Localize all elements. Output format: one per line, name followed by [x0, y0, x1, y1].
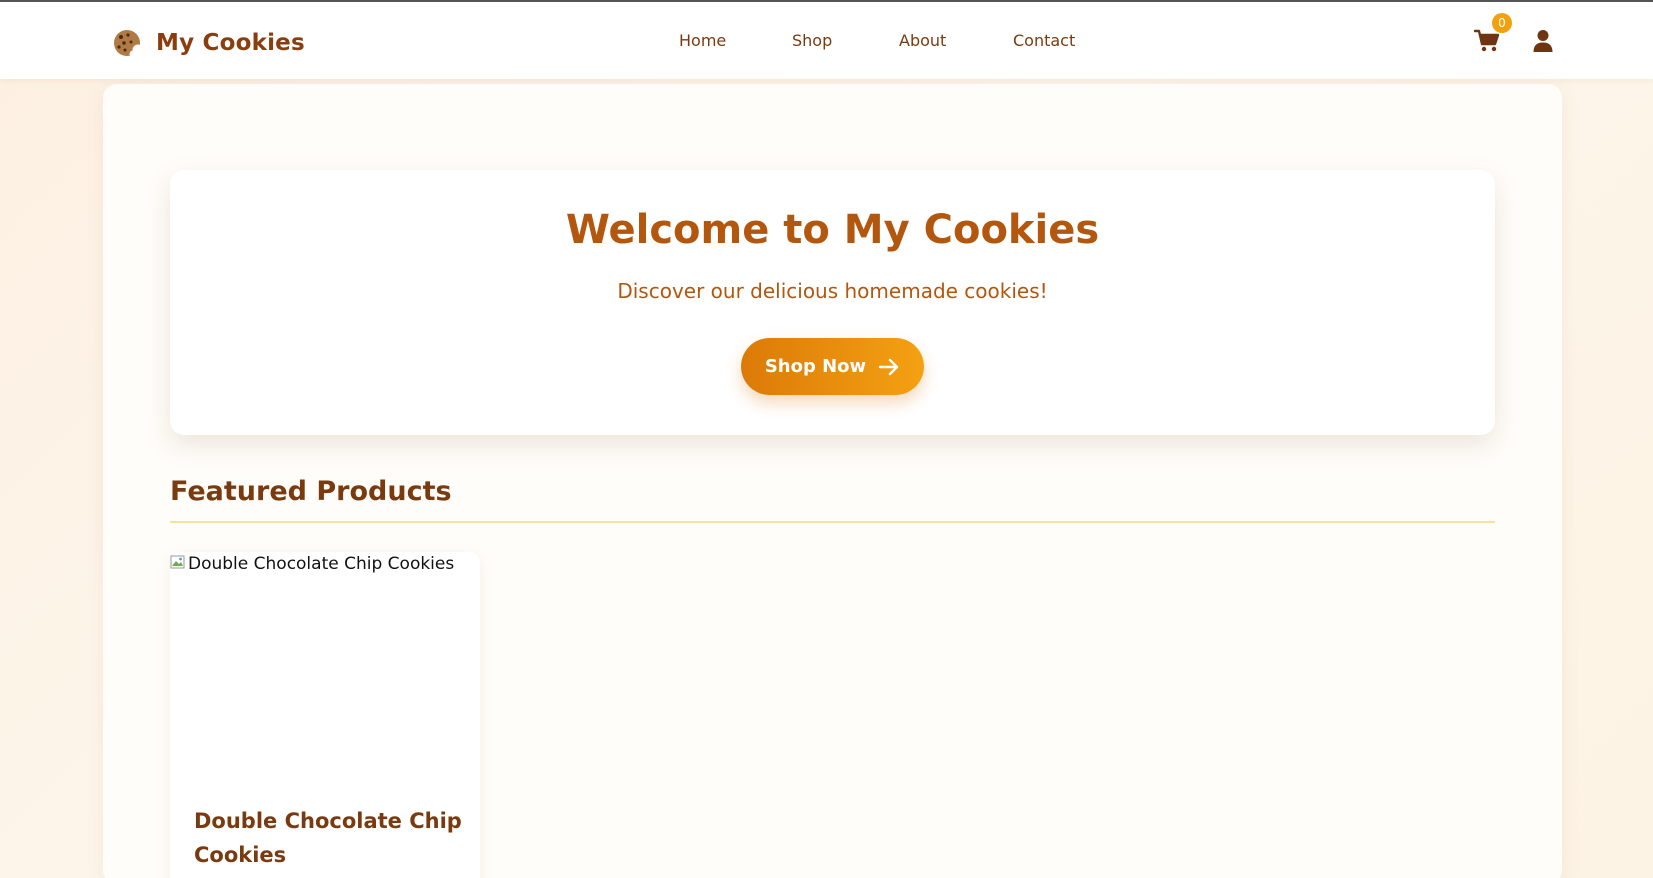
brand-name: My Cookies	[156, 30, 305, 56]
nav-link-about[interactable]: About	[899, 31, 946, 50]
cart-count-badge: 0	[1492, 13, 1512, 33]
navbar: My Cookies Home Shop About Contact 0	[0, 2, 1653, 79]
featured-products-title: Featured Products	[170, 476, 452, 507]
nav-link-home[interactable]: Home	[679, 31, 726, 50]
shop-now-button[interactable]: Shop Now	[741, 338, 924, 395]
section-divider	[170, 521, 1495, 523]
user-icon	[1533, 30, 1553, 52]
product-image-alt-text: Double Chocolate Chip Cookies	[188, 554, 455, 574]
hero-subtitle: Discover our delicious homemade cookies!	[617, 279, 1048, 303]
shop-now-label: Shop Now	[764, 356, 867, 377]
user-account-button[interactable]	[1532, 29, 1554, 53]
product-image: Double Chocolate Chip Cookies	[170, 552, 480, 792]
product-name: Double Chocolate Chip Cookies	[194, 809, 462, 867]
hero-banner: Welcome to My Cookies Discover our delic…	[170, 170, 1495, 435]
brand-logo[interactable]: My Cookies	[112, 26, 305, 60]
cart-button[interactable]	[1474, 29, 1500, 53]
shopping-cart-icon	[1474, 29, 1500, 52]
hero-title: Welcome to My Cookies	[565, 207, 1100, 253]
nav-link-contact[interactable]: Contact	[1013, 31, 1075, 50]
cookie-icon	[114, 30, 142, 58]
product-card[interactable]: Double Chocolate Chip Cookies Double Cho…	[170, 552, 480, 878]
broken-image-icon	[170, 555, 185, 569]
nav-link-shop[interactable]: Shop	[792, 31, 832, 50]
arrow-right-icon	[878, 358, 899, 375]
